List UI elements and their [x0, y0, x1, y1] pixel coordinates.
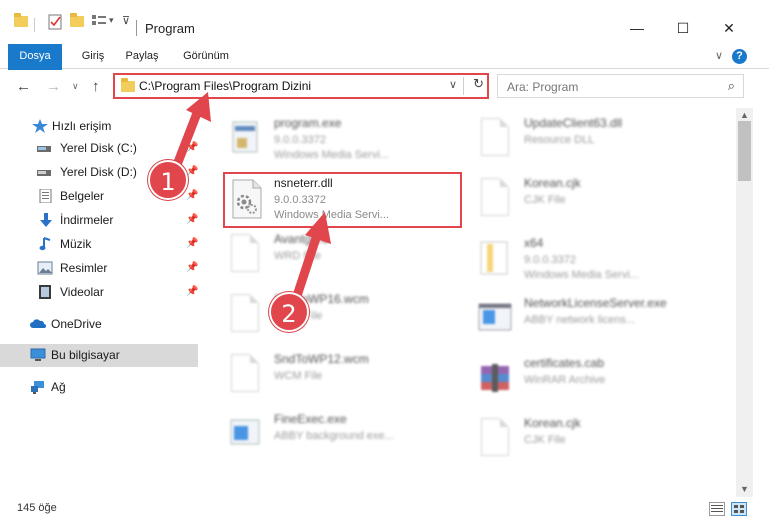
- scroll-down-icon[interactable]: ▼: [740, 484, 749, 494]
- scroll-up-icon[interactable]: ▲: [740, 110, 749, 120]
- callout-arrow-1: [170, 103, 204, 175]
- status-bar: 145 öğe: [0, 497, 769, 529]
- item-count: 145 öğe: [17, 502, 57, 514]
- annotation-layer: [170, 92, 331, 310]
- scroll-thumb[interactable]: [738, 121, 751, 181]
- large-icons-view-icon[interactable]: [731, 502, 747, 516]
- callout-arrowhead-2: [305, 212, 331, 244]
- vertical-scrollbar[interactable]: ▲ ▼: [736, 108, 753, 498]
- callout-2: 2: [269, 292, 309, 332]
- details-view-icon[interactable]: [709, 502, 725, 516]
- callout-1: 1: [148, 160, 188, 200]
